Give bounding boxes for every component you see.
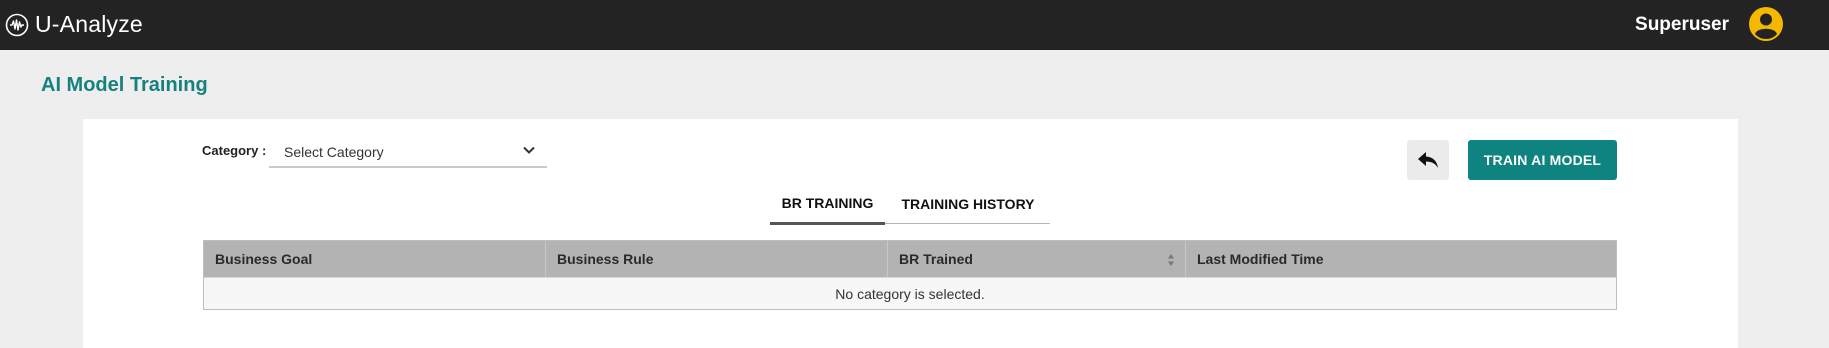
user-name[interactable]: Superuser	[1635, 14, 1729, 36]
empty-table-message: No category is selected.	[204, 277, 1616, 309]
column-header-br-trained[interactable]: BR Trained	[888, 241, 1186, 277]
tab-br-training[interactable]: BR TRAINING	[770, 183, 885, 225]
column-header-label: BR Trained	[899, 251, 973, 267]
top-bar: U-Analyze Superuser	[0, 0, 1829, 50]
user-avatar-icon[interactable]	[1748, 6, 1784, 42]
page-title: AI Model Training	[41, 74, 208, 96]
column-header-business-goal[interactable]: Business Goal	[204, 241, 546, 277]
reply-arrow-icon	[1418, 152, 1438, 168]
app-name: U-Analyze	[35, 11, 143, 37]
app-logo[interactable]: U-Analyze	[5, 11, 143, 38]
category-select-value: Select Category	[284, 144, 384, 160]
chevron-down-icon	[523, 146, 535, 154]
category-select[interactable]: Select Category	[269, 136, 547, 168]
category-label: Category :	[202, 143, 267, 158]
tab-bar: BR TRAINING TRAINING HISTORY	[770, 183, 1050, 225]
sort-icon[interactable]	[1167, 253, 1175, 267]
training-table: Business Goal Business Rule BR Trained L…	[203, 240, 1617, 310]
tab-training-history[interactable]: TRAINING HISTORY	[886, 183, 1050, 224]
waveform-logo-icon	[5, 13, 29, 36]
table-header: Business Goal Business Rule BR Trained L…	[204, 241, 1616, 277]
column-header-business-rule[interactable]: Business Rule	[546, 241, 888, 277]
train-ai-model-button[interactable]: TRAIN AI MODEL	[1468, 140, 1617, 180]
back-button[interactable]	[1407, 140, 1449, 180]
column-header-last-modified-time[interactable]: Last Modified Time	[1186, 241, 1616, 277]
